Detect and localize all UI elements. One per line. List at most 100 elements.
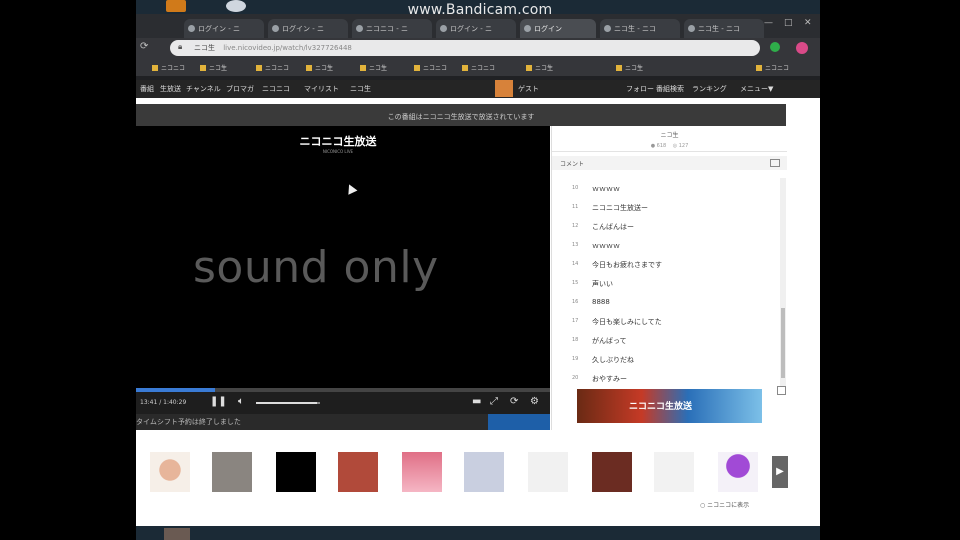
browser-tab[interactable]: ニコ生 - ニコ [600, 19, 680, 38]
thumbnail[interactable] [528, 452, 568, 492]
comment-panel-title: ニコ生 [660, 132, 679, 139]
comment-panel-header: ニコ生 ● 618 ◎ 127 [552, 126, 787, 152]
taskbar [136, 526, 820, 540]
browser-tab-strip: ログイン - ニ ログイン - ニ ニコニコ - ニ ログイン - ニ ログイン… [136, 14, 820, 38]
lock-icon: 🔒︎ [178, 42, 183, 51]
comment-settings-icon[interactable] [770, 159, 780, 167]
close-window-button[interactable]: ✕ [804, 18, 812, 28]
reload-icon[interactable]: ⟳ [140, 41, 148, 52]
site-nav-item[interactable]: 番組検索 [656, 84, 684, 94]
pause-button[interactable]: ❚❚ [210, 396, 227, 407]
volume-icon[interactable]: 🔈︎ [238, 396, 244, 407]
favicon-icon [356, 25, 363, 32]
bookmark-item[interactable]: ニコ生 [526, 63, 553, 72]
thumbnail[interactable] [212, 452, 252, 492]
browser-tab[interactable]: ログイン - ニ [184, 19, 264, 38]
site-nav-item[interactable]: ニコニコ [262, 84, 290, 94]
list-item: 16 8888 [572, 298, 610, 306]
favicon-icon [604, 25, 611, 32]
site-nav-item[interactable]: ランキング [692, 84, 727, 94]
minimize-button[interactable]: — [764, 18, 773, 28]
list-item: 11 ニコニコ生放送ー [572, 204, 648, 212]
thumbnail-footer-toggle[interactable]: ○ ニコニコに表示 [700, 500, 749, 509]
site-nav-item[interactable]: フォロー [626, 84, 654, 94]
bookmark-item[interactable]: ニコ生 [360, 63, 387, 72]
favicon-icon [688, 25, 695, 32]
list-item: 14 今日もお疲れさまです [572, 261, 662, 269]
ad-banner[interactable]: ニコニコ生放送 [577, 389, 762, 423]
volume-slider[interactable] [256, 402, 320, 404]
letterbox-left [0, 0, 136, 540]
browser-tab[interactable]: ニコ生 - ニコ [684, 19, 764, 38]
thumbnail-next-button[interactable]: ▶ [772, 456, 788, 488]
bookmark-item[interactable]: ニコニコ [414, 63, 447, 72]
list-item: 18 がんばって [572, 337, 627, 345]
fullscreen-icon[interactable]: ⤢ [490, 396, 498, 407]
settings-gear-icon[interactable]: ⚙ [530, 396, 539, 407]
list-item: 17 今日も楽しみにしてた [572, 318, 662, 326]
profile-avatar-icon[interactable] [796, 42, 808, 54]
sound-only-overlay: sound only [193, 242, 439, 293]
address-bar-text: ニコ生 live.nicovideo.jp/watch/lv327726448 [194, 44, 352, 52]
maximize-button[interactable]: □ [784, 18, 793, 28]
browser-tab[interactable]: ログイン - ニ [268, 19, 348, 38]
folder-icon [462, 65, 468, 71]
playback-time: 13:41 / 1:40:29 [140, 399, 187, 406]
avatar[interactable] [495, 80, 513, 97]
site-nav-item[interactable]: ニコ生 [350, 84, 371, 94]
extension-icon[interactable] [770, 42, 780, 52]
browser-tab-active[interactable]: ログイン [520, 19, 596, 38]
favicon-icon [188, 25, 195, 32]
player-footer-action[interactable] [488, 414, 550, 430]
thumbnail[interactable] [338, 452, 378, 492]
bookmarks-bar: ニコニコ ニコ生 ニコニコ ニコ生 ニコ生 ニコニコ ニコニコ ニコ生 ニコ生 … [136, 58, 820, 76]
browser-tab[interactable]: ニコニコ - ニ [352, 19, 432, 38]
thumbnail[interactable] [464, 452, 504, 492]
bookmark-item[interactable]: ニコ生 [616, 63, 643, 72]
thumbnail[interactable] [592, 452, 632, 492]
ad-banner-text: ニコニコ生放送 [629, 402, 693, 412]
bookmark-item[interactable]: ニコニコ [256, 63, 289, 72]
reload-player-icon[interactable]: ⟳ [510, 396, 518, 407]
comment-toggle-icon[interactable]: ▬ [472, 396, 481, 407]
thumbnail[interactable] [276, 452, 316, 492]
site-nav-item[interactable]: マイリスト [304, 84, 339, 94]
address-bar[interactable]: 🔒︎ ニコ生 live.nicovideo.jp/watch/lv3277264… [170, 40, 760, 56]
taskbar-app-icon[interactable] [164, 528, 190, 540]
scrollbar-thumb[interactable] [781, 308, 785, 378]
thumbnail[interactable] [402, 452, 442, 492]
thumbnail[interactable] [718, 452, 758, 492]
program-notice-bar: この番組はニコニコ生放送で放送されています [136, 104, 786, 126]
site-nav-item[interactable]: ブロマガ [226, 84, 254, 94]
notice-text: この番組はニコニコ生放送で放送されています [387, 113, 535, 121]
comment-tab[interactable]: コメント [560, 159, 584, 168]
site-nav-item[interactable]: 番組 [140, 84, 154, 94]
viewer-stats: ● 618 ◎ 127 [650, 143, 689, 149]
site-nav-item[interactable]: 生放送 [160, 84, 181, 94]
comment-scrollbar[interactable] [780, 178, 786, 390]
timeshift-message: タイムシフト予約は終了しました [136, 418, 241, 426]
site-nav-menu[interactable]: メニュー▼ [740, 84, 773, 94]
bookmark-item[interactable]: ニコニコ [462, 63, 495, 72]
user-name[interactable]: ゲスト [518, 84, 539, 94]
folder-icon [200, 65, 206, 71]
bookmark-item[interactable]: ニコニコ [756, 63, 789, 72]
thumbnail[interactable] [654, 452, 694, 492]
volume-level [256, 402, 317, 404]
folder-icon [616, 65, 622, 71]
scroll-down-button[interactable] [777, 386, 786, 395]
bookmark-item[interactable]: ニコ生 [200, 63, 227, 72]
bookmark-item[interactable]: ニコ生 [306, 63, 333, 72]
comment-tab-bar: コメント [552, 156, 787, 170]
bookmark-item[interactable]: ニコニコ [152, 63, 185, 72]
site-nav-item[interactable]: チャンネル [186, 84, 221, 94]
browser-tab[interactable]: ログイン - ニ [436, 19, 516, 38]
list-item: 19 久しぶりだね [572, 356, 634, 364]
thumbnail[interactable] [150, 452, 190, 492]
list-item: 12 こんばんはー [572, 223, 634, 231]
folder-icon [526, 65, 532, 71]
folder-icon [360, 65, 366, 71]
folder-icon [756, 65, 762, 71]
favicon-icon [272, 25, 279, 32]
folder-icon [414, 65, 420, 71]
